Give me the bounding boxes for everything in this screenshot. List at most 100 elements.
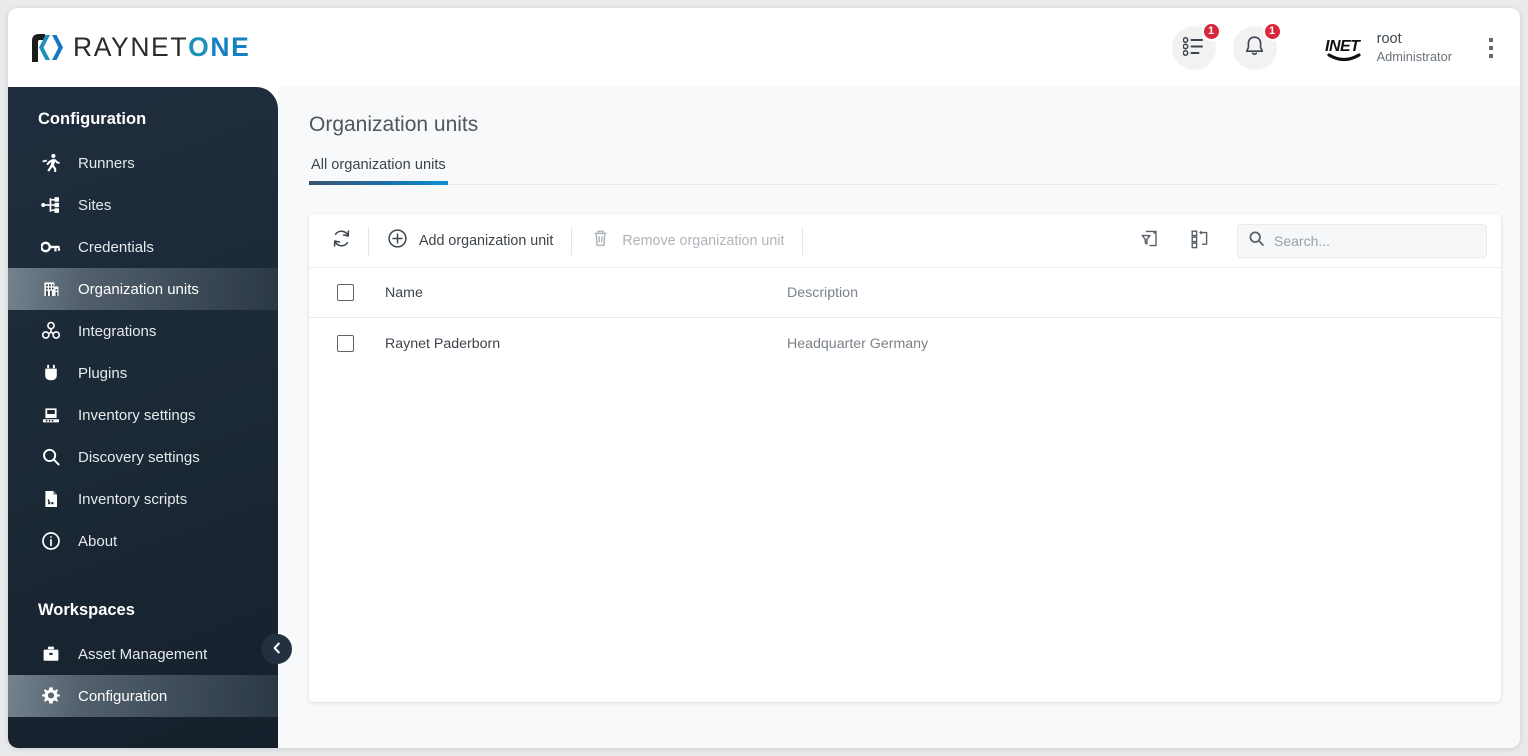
magnifier-icon (40, 446, 62, 468)
app-header: RAYNET O NE 1 1 INET root Administrator (8, 8, 1520, 87)
sidebar-item-label: Runners (78, 154, 135, 172)
organization-units-panel: Add organization unit Remove organizatio… (309, 214, 1501, 702)
avatar: INET (1321, 31, 1367, 65)
sidebar-item-label: Configuration (78, 687, 168, 705)
toolbar-separator (571, 226, 573, 255)
table-head: Name Description (309, 267, 1501, 318)
info-circle-icon (40, 530, 62, 552)
notifications-badge: 1 (1262, 21, 1282, 41)
organization-units-table: Name Description Raynet Paderborn Headqu… (309, 267, 1501, 370)
sidebar-item-label: About (78, 532, 118, 550)
user-name: root (1376, 30, 1402, 47)
toolbar-separator (368, 226, 369, 255)
page-title: Organization units (309, 113, 479, 136)
user-menu[interactable]: INET root Administrator (1321, 31, 1452, 65)
sidebar: Configuration Runners Sites Credentials … (8, 87, 278, 748)
sidebar-item-configuration[interactable]: Configuration (8, 675, 278, 717)
column-chooser-button[interactable] (1181, 223, 1219, 259)
building-icon (40, 278, 62, 300)
header-actions: 1 1 INET root Administrator (1171, 21, 1502, 70)
sidebar-item-sites[interactable]: Sites (8, 184, 278, 226)
refresh-button[interactable] (323, 223, 360, 259)
filter-settings-button[interactable] (1131, 223, 1169, 259)
sidebar-item-integrations[interactable]: Integrations (8, 310, 278, 352)
sidebar-item-label: Discovery settings (78, 448, 200, 466)
bell-icon (1244, 35, 1265, 60)
column-header-description[interactable]: Description (787, 267, 1501, 318)
sidebar-heading-configuration: Configuration (38, 110, 147, 128)
sidebar-item-runners[interactable]: Runners (8, 142, 278, 184)
logo-text-ne: NE (210, 32, 251, 62)
cell-description: Headquarter Germany (787, 335, 929, 352)
sidebar-item-organization-units[interactable]: Organization units (8, 268, 278, 310)
toolbar-right-group (1131, 223, 1487, 259)
toolbar-separator (802, 226, 804, 255)
refresh-icon (331, 228, 352, 253)
logo-text-raynet: RAYNET (73, 32, 189, 62)
add-organization-unit-button[interactable]: Add organization unit (377, 223, 563, 259)
trash-icon (590, 228, 611, 253)
dot (1489, 37, 1493, 42)
sidebar-item-label: Sites (78, 196, 112, 214)
sidebar-item-inventory-settings[interactable]: Inventory settings (8, 394, 278, 436)
plus-circle-icon (387, 228, 408, 253)
tasks-button[interactable]: 1 (1171, 21, 1221, 70)
sitemap-icon (40, 194, 62, 216)
sidebar-item-label: Plugins (78, 364, 128, 382)
add-organization-unit-label: Add organization unit (419, 232, 554, 249)
sidebar-item-label: Inventory settings (78, 406, 196, 424)
plugin-icon (40, 362, 62, 384)
sidebar-collapse-button[interactable] (262, 634, 292, 664)
sidebar-item-asset-management[interactable]: Asset Management (8, 633, 278, 675)
gear-icon (40, 685, 62, 707)
table-body: Raynet Paderborn Headquarter Germany (309, 318, 1501, 370)
svg-text:INET: INET (1325, 38, 1361, 55)
raynet-bracket-chevrons-icon (30, 33, 64, 63)
search-input[interactable] (1274, 232, 1464, 249)
integrations-icon (40, 320, 62, 342)
filter-page-icon (1139, 228, 1161, 254)
chevron-left-icon (270, 641, 284, 658)
brand-logo[interactable]: RAYNET O NE (30, 32, 250, 63)
sidebar-heading-workspaces: Workspaces (38, 601, 135, 619)
select-all-checkbox[interactable] (337, 284, 354, 301)
cell-name: Raynet Paderborn (385, 335, 501, 352)
select-all-header (309, 267, 385, 318)
sidebar-item-label: Integrations (78, 322, 157, 340)
search-box[interactable] (1237, 223, 1487, 258)
remove-organization-unit-button[interactable]: Remove organization unit (580, 223, 794, 259)
dot (1489, 45, 1493, 50)
sidebar-workspaces-list: Asset Management Configuration (8, 633, 278, 717)
vertical-dots-icon[interactable] (1480, 33, 1502, 63)
sidebar-item-plugins[interactable]: Plugins (8, 352, 278, 394)
sidebar-configuration-list: Runners Sites Credentials Organization u… (8, 142, 278, 562)
laptop-icon (40, 404, 62, 426)
row-checkbox[interactable] (337, 335, 354, 353)
dot (1489, 53, 1493, 58)
logo-text-o: O (188, 32, 211, 62)
runner-icon (40, 152, 62, 174)
sidebar-item-discovery-settings[interactable]: Discovery settings (8, 436, 278, 478)
remove-organization-unit-label: Remove organization unit (622, 232, 785, 249)
briefcase-icon (40, 643, 62, 665)
user-identity: root Administrator (1377, 31, 1452, 64)
sidebar-item-inventory-scripts[interactable]: Inventory scripts (8, 478, 278, 520)
sidebar-item-about[interactable]: About (8, 520, 278, 562)
column-header-name[interactable]: Name (385, 267, 787, 318)
sidebar-item-label: Credentials (78, 238, 154, 256)
table-row[interactable]: Raynet Paderborn Headquarter Germany (309, 318, 1501, 370)
main-content: Organization units All organization unit… (278, 87, 1520, 748)
table-toolbar: Add organization unit Remove organizatio… (309, 214, 1501, 267)
task-list-icon (1182, 36, 1204, 59)
tasks-badge: 1 (1201, 21, 1221, 41)
tab-bar: All organization units (309, 157, 1498, 185)
notifications-button[interactable]: 1 (1232, 21, 1282, 70)
tab-all-organization-units[interactable]: All organization units (309, 157, 448, 185)
user-role: Administrator (1376, 48, 1452, 64)
key-icon (40, 236, 62, 258)
sidebar-item-credentials[interactable]: Credentials (8, 226, 278, 268)
sidebar-item-label: Inventory scripts (78, 490, 188, 508)
app-window: RAYNET O NE 1 1 INET root Administrator … (8, 8, 1520, 748)
table-header-row: Name Description (309, 267, 1501, 318)
column-chooser-icon (1189, 228, 1211, 254)
